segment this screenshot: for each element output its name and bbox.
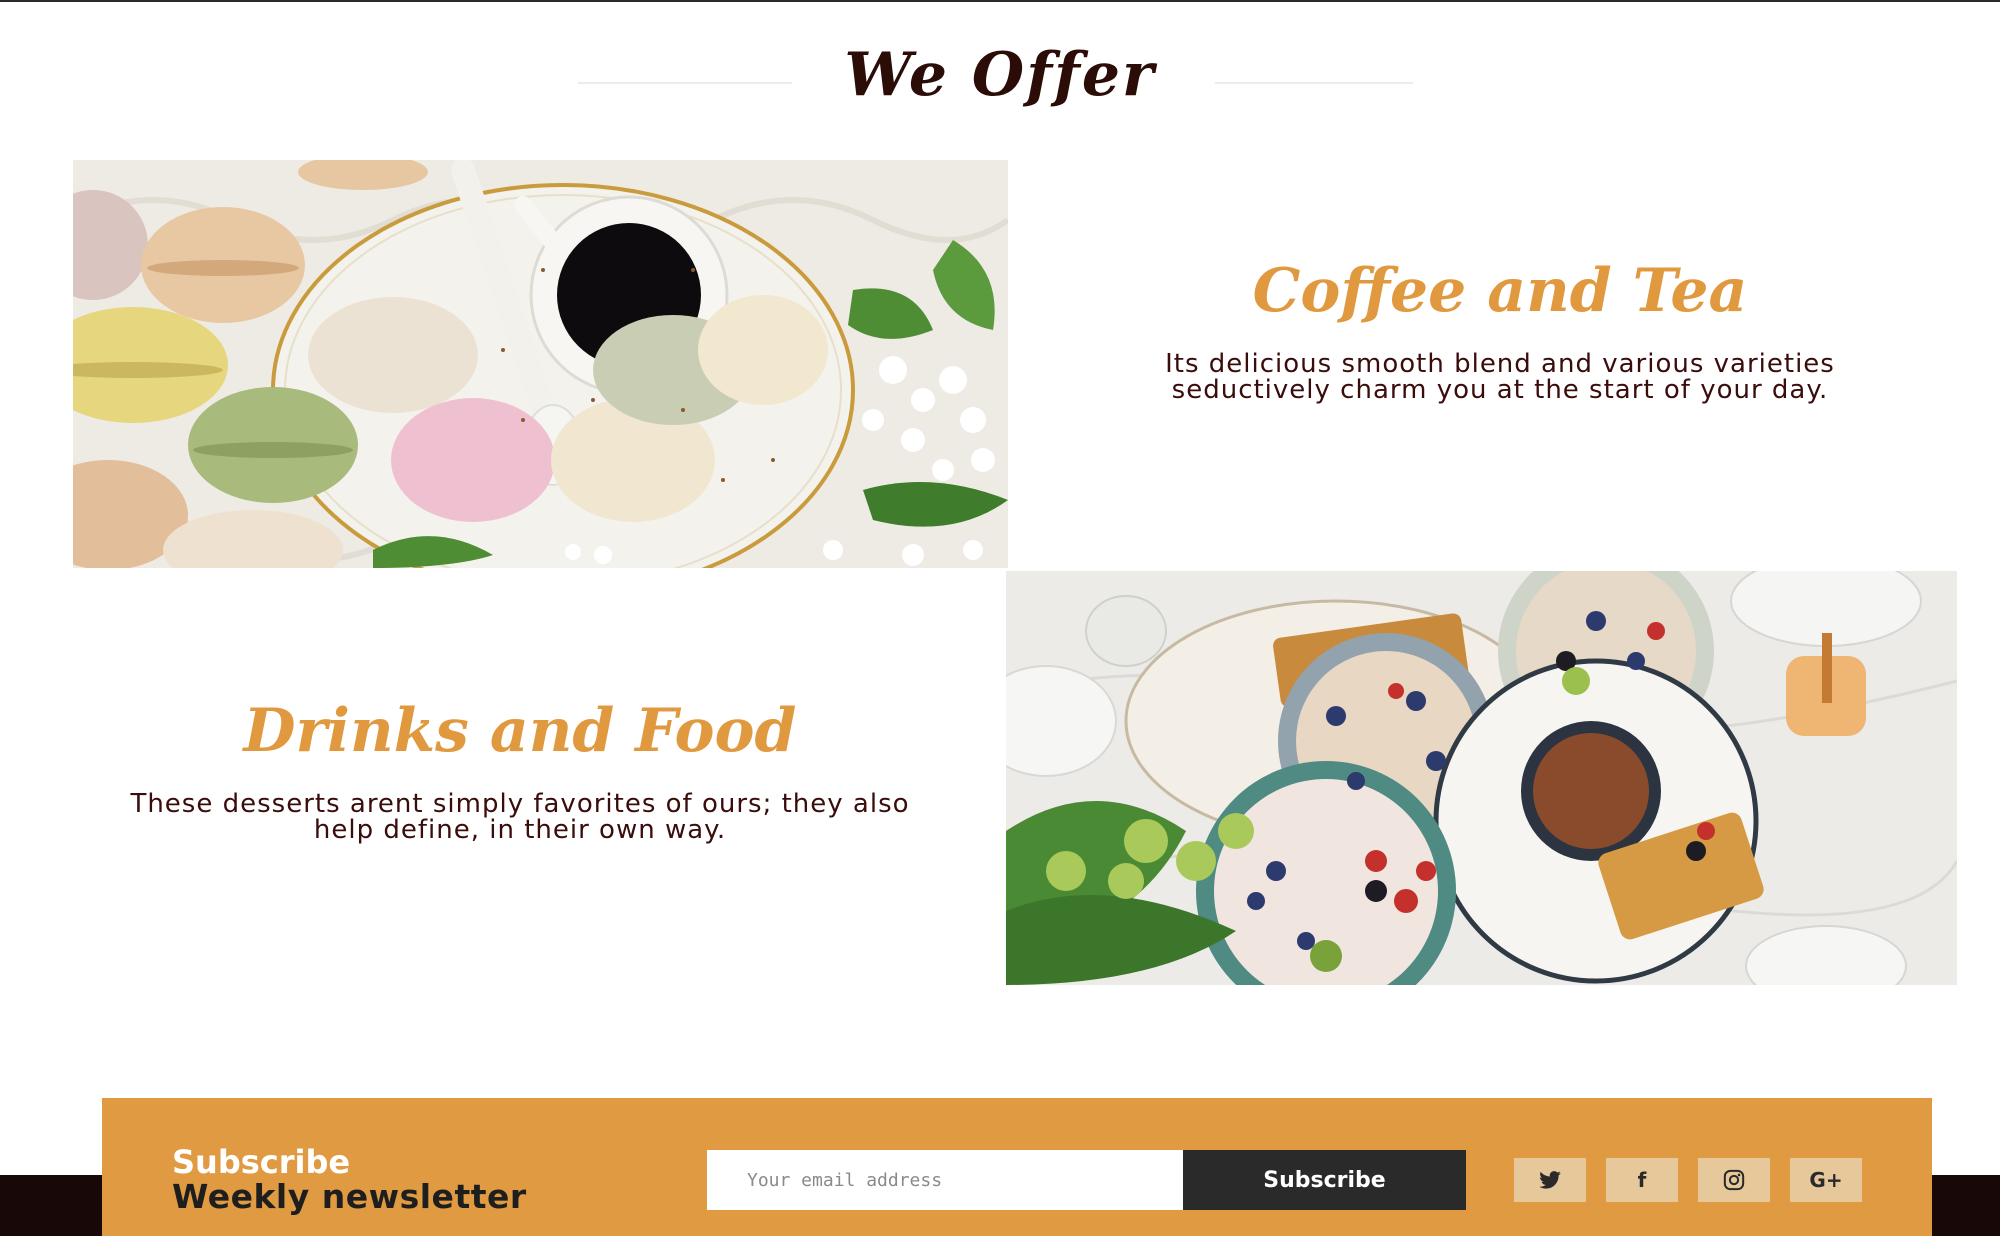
newsletter-heading-line1: Subscribe xyxy=(172,1143,351,1181)
offer-drinks-food: Drinks and Food These desserts arent sim… xyxy=(120,695,920,843)
facebook-button[interactable]: f xyxy=(1606,1158,1678,1202)
section-header: We Offer xyxy=(0,40,2000,110)
newsletter-heading-line2: Weekly newsletter xyxy=(172,1176,527,1216)
subscribe-button[interactable]: Subscribe xyxy=(1183,1150,1466,1210)
section-title: We Offer xyxy=(844,40,1156,110)
offer-food-title: Drinks and Food xyxy=(243,696,797,766)
coffee-macarons-image xyxy=(73,160,1008,568)
breakfast-food-image xyxy=(1006,571,1957,985)
twitter-button[interactable] xyxy=(1514,1158,1586,1202)
instagram-button[interactable] xyxy=(1698,1158,1770,1202)
google-plus-icon: G+ xyxy=(1809,1168,1843,1192)
instagram-icon xyxy=(1723,1169,1745,1191)
newsletter-bar: Subscribe Weekly newsletter Subscribe f … xyxy=(102,1098,1932,1236)
offer-food-description: These desserts arent simply favorites of… xyxy=(130,789,910,845)
newsletter-heading: Subscribe Weekly newsletter xyxy=(172,1143,527,1216)
twitter-icon xyxy=(1539,1171,1561,1189)
offer-coffee-description: Its delicious smooth blend and various v… xyxy=(1165,349,1835,405)
facebook-icon: f xyxy=(1637,1168,1647,1192)
google-plus-button[interactable]: G+ xyxy=(1790,1158,1862,1202)
email-input[interactable] xyxy=(707,1150,1183,1210)
offer-coffee-tea: Coffee and Tea Its delicious smooth blen… xyxy=(1100,255,1900,403)
offer-coffee-title: Coffee and Tea xyxy=(1252,256,1748,326)
top-divider xyxy=(0,0,2000,2)
